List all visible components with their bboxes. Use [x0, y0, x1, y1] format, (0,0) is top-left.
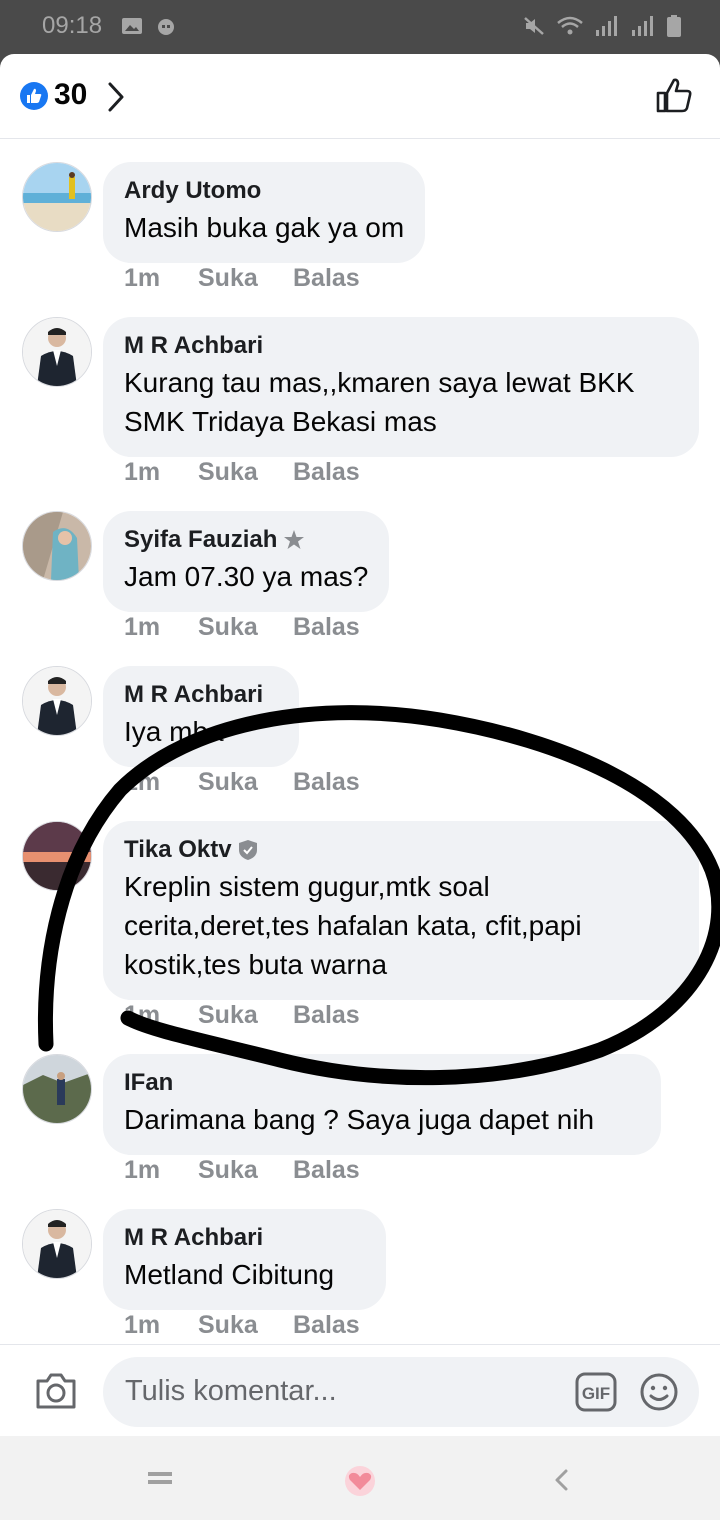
avatar[interactable] — [22, 511, 92, 581]
comment-time: 1m — [124, 1156, 161, 1184]
comment-time: 1m — [124, 768, 161, 796]
commenter-name-text[interactable]: M R Achbari — [124, 680, 263, 710]
reply-link[interactable]: Balas — [293, 1156, 360, 1185]
comment-bubble: M R Achbari Iya mba — [103, 666, 299, 767]
chevron-right-icon[interactable] — [104, 80, 128, 114]
system-nav-bar — [0, 1436, 720, 1520]
gallery-icon — [122, 18, 142, 34]
commenter-name-text[interactable]: IFan — [124, 1068, 173, 1098]
reply-link[interactable]: Balas — [293, 768, 360, 797]
commenter-name[interactable]: M R Achbari — [124, 331, 678, 361]
like-link[interactable]: Suka — [198, 264, 293, 293]
avatar[interactable] — [22, 317, 92, 387]
like-badge-icon — [20, 82, 48, 110]
signal-icon-2 — [632, 16, 653, 36]
avatar[interactable] — [22, 1054, 92, 1124]
commenter-name-text[interactable]: M R Achbari — [124, 1223, 263, 1253]
comment-meta: 1m Suka Balas — [124, 1001, 360, 1030]
status-bar: 09:18 — [0, 0, 720, 56]
robot-icon — [158, 19, 174, 35]
avatar[interactable] — [22, 666, 92, 736]
like-link[interactable]: Suka — [198, 1311, 293, 1340]
comment-meta: 1m Suka Balas — [124, 1156, 360, 1185]
status-time: 09:18 — [42, 12, 103, 39]
commenter-name-text[interactable]: Ardy Utomo — [124, 176, 261, 206]
reply-link[interactable]: Balas — [293, 458, 360, 487]
status-left-icons — [120, 14, 178, 38]
like-link[interactable]: Suka — [198, 768, 293, 797]
reply-link[interactable]: Balas — [293, 613, 360, 642]
comment-text: Kurang tau mas,,kmaren saya lewat BKK SM… — [124, 367, 635, 437]
avatar[interactable] — [22, 162, 92, 232]
comment-meta: 1m Suka Balas — [124, 613, 360, 642]
comment-time: 1m — [124, 1311, 161, 1339]
comment-bubble: IFan Darimana bang ? Saya juga dapet nih — [103, 1054, 661, 1155]
like-link[interactable]: Suka — [198, 613, 293, 642]
comment-meta: 1m Suka Balas — [124, 768, 360, 797]
reply-link[interactable]: Balas — [293, 1001, 360, 1030]
comment-meta: 1m Suka Balas — [124, 1311, 360, 1340]
comment-text: Iya mba — [124, 716, 224, 747]
comment-text: Jam 07.30 ya mas? — [124, 561, 369, 592]
comment-bubble: M R Achbari Kurang tau mas,,kmaren saya … — [103, 317, 699, 457]
reply-link[interactable]: Balas — [293, 264, 360, 293]
comment-bubble: Syifa Fauziah Jam 07.30 ya mas? — [103, 511, 390, 612]
commenter-name[interactable]: Ardy Utomo — [124, 176, 404, 206]
camera-icon[interactable] — [34, 1371, 78, 1411]
avatar[interactable] — [22, 821, 92, 891]
comment-time: 1m — [124, 1001, 161, 1029]
status-right-icons — [522, 14, 682, 38]
gif-icon[interactable]: GIF — [575, 1372, 617, 1412]
comment-text: Kreplin sistem gugur,mtk soal cerita,der… — [124, 871, 582, 980]
thumbs-up-icon[interactable] — [654, 76, 694, 116]
comment-bubble: Tika Oktv Kreplin sistem gugur,mtk soal … — [103, 821, 699, 1000]
comment-meta: 1m Suka Balas — [124, 264, 360, 293]
like-link[interactable]: Suka — [198, 1156, 293, 1185]
comment-input[interactable]: Tulis komentar... GIF — [103, 1357, 699, 1427]
reaction-count[interactable]: 30 — [54, 78, 87, 112]
comments-sheet: 30 Ardy Utomo Masih buka gak ya om 1m Su… — [0, 54, 720, 1436]
menu-icon[interactable] — [148, 1470, 172, 1490]
comment-text: Masih buka gak ya om — [124, 212, 405, 243]
comment-bubble: M R Achbari Metland Cibitung — [103, 1209, 386, 1310]
commenter-name[interactable]: M R Achbari — [124, 680, 278, 710]
commenter-name[interactable]: IFan — [124, 1068, 640, 1098]
commenter-name[interactable]: Tika Oktv — [124, 835, 678, 865]
like-link[interactable]: Suka — [198, 1001, 293, 1030]
like-link[interactable]: Suka — [198, 458, 293, 487]
comment-bubble: Ardy Utomo Masih buka gak ya om — [103, 162, 426, 263]
commenter-name-text[interactable]: M R Achbari — [124, 331, 263, 361]
wifi-icon — [557, 16, 583, 35]
comment-text: Metland Cibitung — [124, 1259, 335, 1290]
comment-placeholder: Tulis komentar... — [125, 1375, 337, 1407]
verified-badge-icon — [238, 840, 257, 860]
heart-icon[interactable] — [343, 1465, 377, 1497]
comment-time: 1m — [124, 458, 161, 486]
reactions-header: 30 — [0, 54, 720, 139]
reply-link[interactable]: Balas — [293, 1311, 360, 1340]
commenter-name[interactable]: M R Achbari — [124, 1223, 365, 1253]
comment-meta: 1m Suka Balas — [124, 458, 360, 487]
comment-composer: Tulis komentar... GIF — [0, 1344, 720, 1436]
battery-icon — [667, 15, 681, 37]
commenter-name[interactable]: Syifa Fauziah — [124, 525, 368, 555]
signal-icon — [596, 16, 617, 36]
comment-time: 1m — [124, 613, 161, 641]
back-icon[interactable] — [552, 1468, 570, 1492]
emoji-icon[interactable] — [639, 1372, 679, 1412]
commenter-name-text[interactable]: Tika Oktv — [124, 835, 232, 865]
commenter-name-text[interactable]: Syifa Fauziah — [124, 525, 277, 555]
avatar[interactable] — [22, 1209, 92, 1279]
comment-text: Darimana bang ? Saya juga dapet nih — [124, 1104, 595, 1135]
comment-time: 1m — [124, 264, 161, 292]
gif-label: GIF — [582, 1384, 610, 1403]
star-badge-icon — [284, 530, 305, 549]
mute-icon — [524, 17, 544, 35]
